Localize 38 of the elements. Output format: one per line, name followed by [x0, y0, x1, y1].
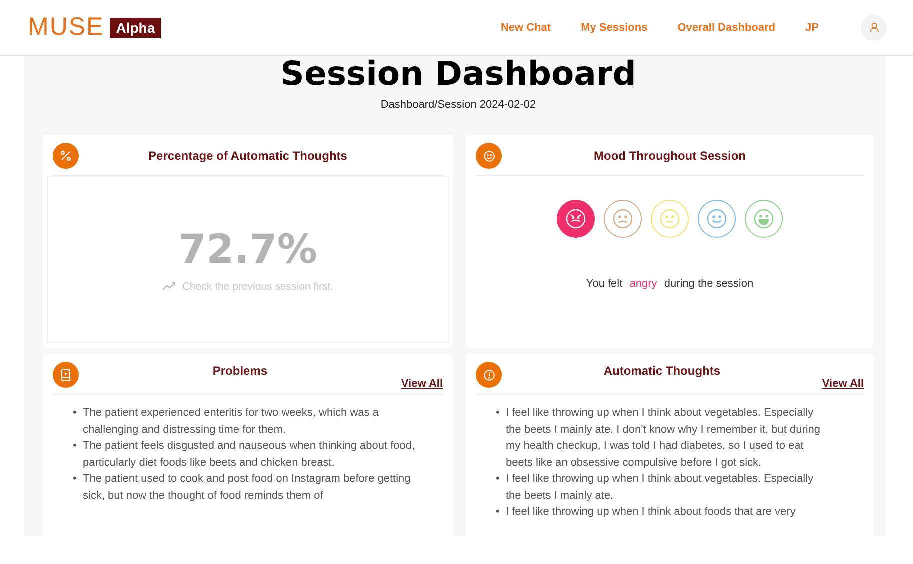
card-title: Percentage of Automatic Thoughts	[148, 149, 348, 163]
mood-sentence: You felt angry during the session	[585, 278, 755, 290]
card-title: Mood Throughout Session	[593, 149, 747, 163]
mood-face-icon[interactable]	[604, 200, 642, 238]
bullet: •	[496, 472, 501, 487]
list-item: I feel like throwing up when I think about vegetables. Especially the beets I mainly ate.	[506, 472, 815, 504]
nav-link[interactable]: JP	[806, 22, 819, 34]
nav-link[interactable]: New Chat	[500, 22, 552, 34]
mood-face-icon[interactable]	[698, 200, 736, 238]
nav-link[interactable]: Overall Dashboard	[678, 22, 776, 34]
list-item: The patient used to cook and post food on Instagram before getting sick, but now the thought of food reminds them of	[83, 472, 412, 504]
alpha-badge: Alpha	[110, 18, 162, 38]
view-all-link[interactable]: View All	[822, 378, 864, 390]
user-icon[interactable]	[861, 14, 887, 40]
card-title: Problems	[212, 364, 269, 378]
trend-icon	[162, 282, 176, 291]
list-item: I feel like throwing up when I think about foods that are very	[506, 505, 796, 520]
percent-icon	[53, 143, 79, 169]
view-all-link[interactable]: View All	[401, 378, 443, 390]
logo[interactable]: MUSE	[28, 13, 104, 42]
breadcrumb: Dashboard/Session 2024-02-02	[380, 99, 538, 111]
card-title: Automatic Thoughts	[602, 364, 722, 378]
percentage-value: 72.7%	[178, 226, 318, 272]
bullet: •	[73, 406, 78, 421]
bullet: •	[73, 472, 78, 487]
bullet: •	[73, 439, 78, 454]
list-item: The patient experienced enteritis for two weeks, which was a challenging and distressing time for them.	[83, 406, 380, 438]
bookmark-icon	[53, 362, 79, 388]
list-item: I feel like throwing up when I think about vegetables. Especially the beets I mainly ate. I don't know why I remember it, but during my health checkup, I was told I had diabetes, so I used to eat beets like an obsessive compulsive before I got sick.	[506, 406, 822, 470]
bullet: •	[496, 505, 501, 520]
alert-icon	[476, 362, 502, 388]
bullet: •	[496, 406, 501, 421]
nav-link[interactable]: My Sessions	[581, 22, 648, 34]
mood-face-icon[interactable]	[745, 200, 783, 238]
list-item: The patient feels disgusted and nauseous when thinking about food, particularly diet foods like beets and chicken breast.	[83, 439, 416, 470]
smiley-icon	[476, 143, 502, 169]
page-title: Session Dashboard	[280, 56, 638, 92]
mood-face-icon[interactable]	[557, 200, 595, 238]
